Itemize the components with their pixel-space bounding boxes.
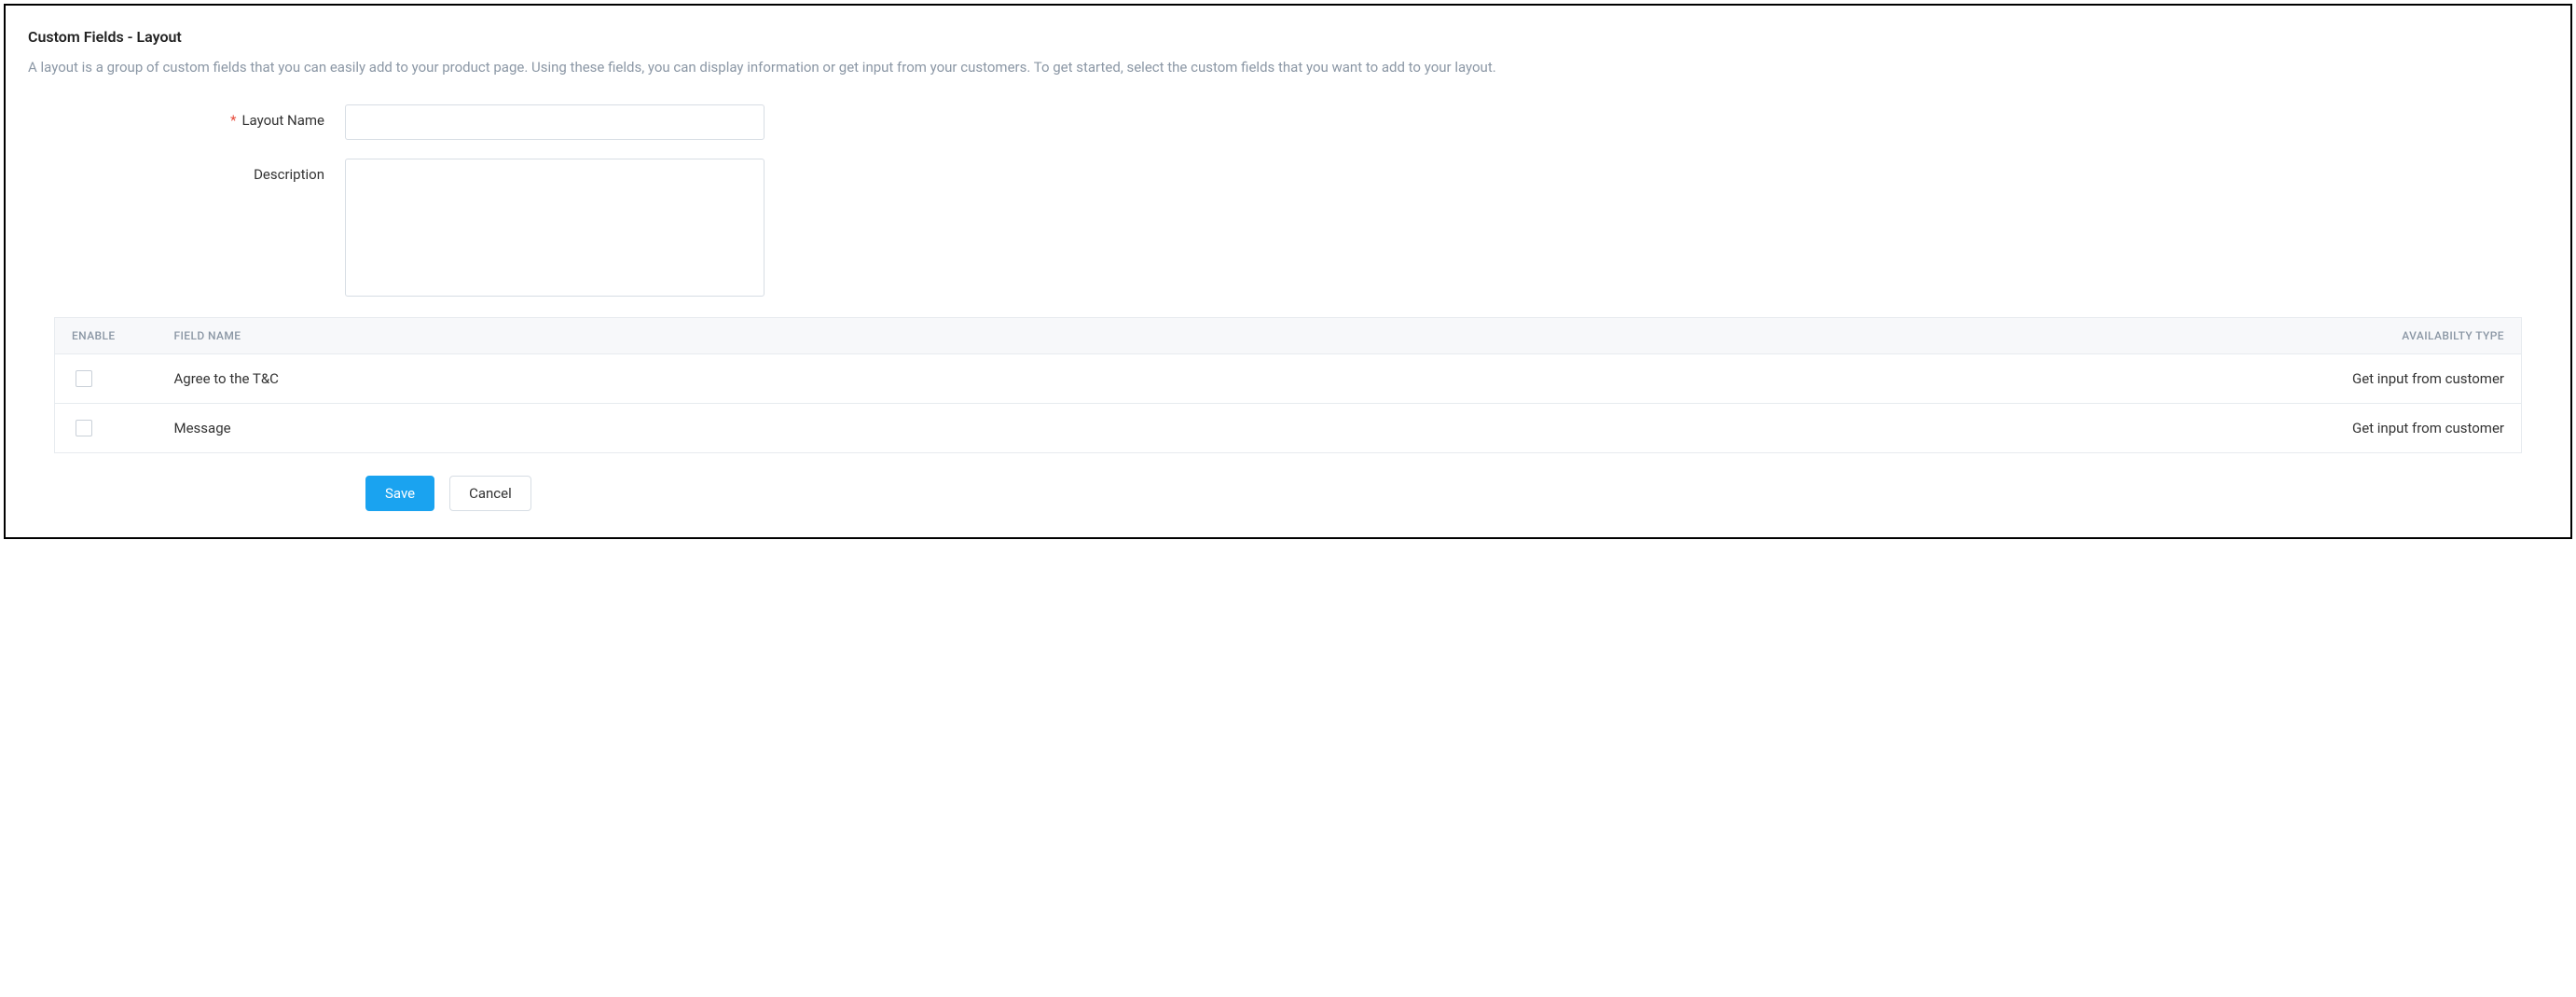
- table-row: Agree to the T&C Get input from customer: [55, 353, 2522, 403]
- cell-field-name: Agree to the T&C: [158, 353, 1166, 403]
- table-row: Message Get input from customer: [55, 403, 2522, 452]
- cell-availability-type: Get input from customer: [1165, 353, 2521, 403]
- cell-availability-type: Get input from customer: [1165, 403, 2521, 452]
- required-asterisk-icon: *: [230, 112, 236, 129]
- page-title: Custom Fields - Layout: [28, 28, 2548, 46]
- description-textarea[interactable]: [345, 159, 765, 297]
- col-header-enable: ENABLE: [55, 317, 158, 353]
- layout-form: * Layout Name Description: [28, 104, 2548, 297]
- form-row-description: Description: [28, 159, 2548, 297]
- enable-checkbox[interactable]: [76, 420, 92, 436]
- enable-checkbox[interactable]: [76, 370, 92, 387]
- page-description: A layout is a group of custom fields tha…: [28, 57, 2548, 78]
- form-row-layout-name: * Layout Name: [28, 104, 2548, 140]
- save-button[interactable]: Save: [365, 476, 434, 511]
- form-actions: Save Cancel: [28, 476, 2548, 511]
- custom-fields-layout-panel: Custom Fields - Layout A layout is a gro…: [4, 4, 2572, 539]
- cancel-button[interactable]: Cancel: [449, 476, 531, 511]
- description-label-text: Description: [254, 166, 324, 183]
- layout-name-input[interactable]: [345, 104, 765, 140]
- custom-fields-table: ENABLE FIELD NAME AVAILABILTY TYPE Agree…: [54, 317, 2522, 453]
- description-label: Description: [28, 159, 345, 183]
- col-header-field-name: FIELD NAME: [158, 317, 1166, 353]
- layout-name-label-text: Layout Name: [241, 112, 324, 129]
- layout-name-label: * Layout Name: [28, 104, 345, 129]
- cell-field-name: Message: [158, 403, 1166, 452]
- col-header-availability-type: AVAILABILTY TYPE: [1165, 317, 2521, 353]
